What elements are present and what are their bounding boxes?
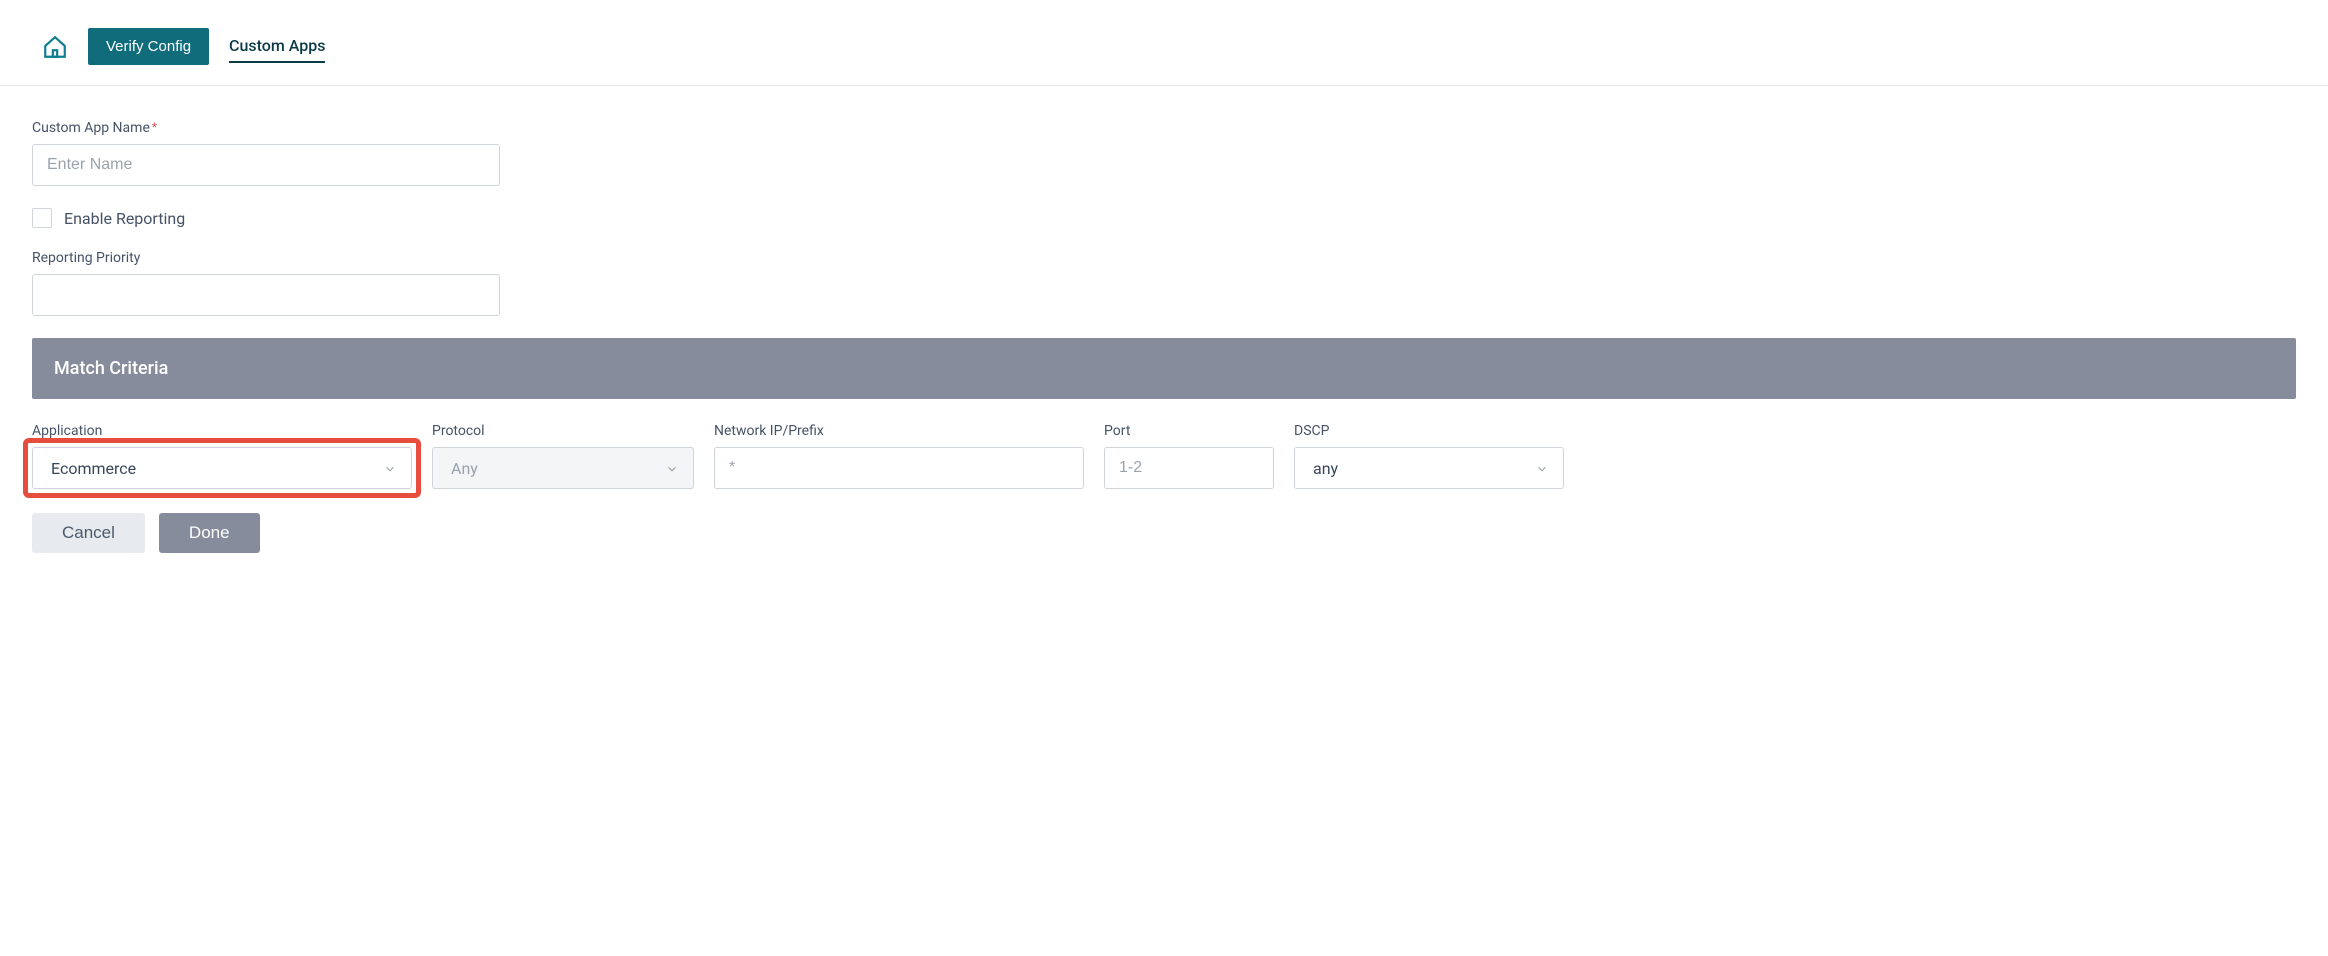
network-label: Network IP/Prefix: [714, 423, 1084, 439]
criteria-dscp: DSCP any: [1294, 423, 1564, 489]
dscp-select-value: any: [1313, 459, 1338, 478]
protocol-select: Any: [432, 447, 694, 489]
application-highlight: Ecommerce: [23, 438, 421, 498]
custom-app-name-label: Custom App Name*: [32, 120, 2296, 136]
action-row: Cancel Done: [32, 513, 2296, 553]
field-custom-app-name: Custom App Name*: [32, 120, 2296, 186]
chevron-down-icon: [1535, 461, 1549, 475]
criteria-port: Port: [1104, 423, 1274, 489]
reporting-priority-input[interactable]: [32, 274, 500, 316]
reporting-priority-label: Reporting Priority: [32, 250, 2296, 266]
protocol-select-value: Any: [451, 459, 478, 478]
page-container: Verify Config Custom Apps Custom App Nam…: [0, 0, 2328, 593]
match-criteria-header: Match Criteria: [32, 338, 2296, 399]
enable-reporting-label[interactable]: Enable Reporting: [64, 209, 185, 228]
custom-app-name-input[interactable]: [32, 144, 500, 186]
header-bar: Verify Config Custom Apps: [0, 0, 2328, 86]
criteria-network: Network IP/Prefix: [714, 423, 1084, 489]
verify-config-button[interactable]: Verify Config: [88, 28, 209, 65]
port-input[interactable]: [1104, 447, 1274, 489]
chevron-down-icon: [383, 461, 397, 475]
application-select[interactable]: Ecommerce: [32, 447, 412, 489]
enable-reporting-checkbox[interactable]: [32, 208, 52, 228]
criteria-protocol: Protocol Any: [432, 423, 694, 489]
match-criteria-row: Application Ecommerce Protocol Any: [32, 423, 2296, 489]
dscp-label: DSCP: [1294, 423, 1564, 439]
application-label: Application: [32, 423, 412, 439]
protocol-label: Protocol: [432, 423, 694, 439]
enable-reporting-row: Enable Reporting: [32, 208, 2296, 228]
cancel-button[interactable]: Cancel: [32, 513, 145, 553]
application-select-value: Ecommerce: [51, 459, 136, 478]
form-content: Custom App Name* Enable Reporting Report…: [0, 86, 2328, 593]
network-input[interactable]: [714, 447, 1084, 489]
tab-custom-apps[interactable]: Custom Apps: [229, 30, 325, 63]
home-icon[interactable]: [42, 34, 68, 60]
dscp-select[interactable]: any: [1294, 447, 1564, 489]
port-label: Port: [1104, 423, 1274, 439]
field-reporting-priority: Reporting Priority: [32, 250, 2296, 316]
chevron-down-icon: [665, 461, 679, 475]
required-indicator: *: [152, 120, 157, 134]
done-button[interactable]: Done: [159, 513, 260, 553]
criteria-application: Application Ecommerce: [32, 423, 412, 489]
